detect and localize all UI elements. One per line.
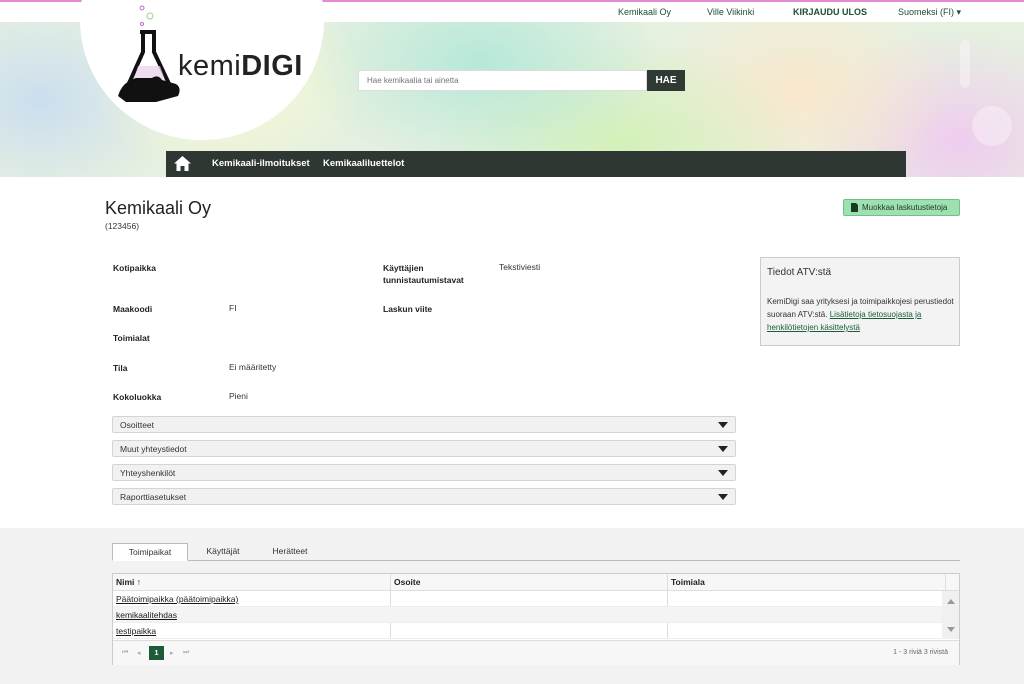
atv-title: Tiedot ATV:stä: [767, 267, 832, 278]
location-link[interactable]: kemikaalitehdas: [116, 610, 177, 620]
language-label: Suomeksi (FI): [898, 7, 955, 17]
page-title: Kemikaali Oy: [105, 198, 212, 218]
nav-item-chemical-lists[interactable]: Kemikaaliluettelot: [323, 158, 404, 169]
flask-logo-icon: [118, 5, 180, 102]
next-page-icon[interactable]: ▸: [170, 649, 174, 657]
page-button-current[interactable]: 1: [149, 646, 164, 660]
table-row: kemikaalitehdas: [113, 607, 942, 623]
last-page-icon[interactable]: ⏭: [183, 649, 189, 657]
tab-toimipaikat[interactable]: Toimipaikat: [112, 543, 188, 561]
tab-kayttajat[interactable]: Käyttäjät: [195, 543, 251, 561]
atv-info-box: Tiedot ATV:stä KemiDigi saa yrityksesi j…: [760, 257, 960, 346]
scroll-up-icon[interactable]: [947, 599, 955, 604]
maakoodi-label: Maakoodi: [113, 304, 153, 314]
accordion-addresses[interactable]: Osoitteet: [112, 416, 736, 433]
accordion-label: Raporttiasetukset: [120, 492, 187, 502]
accordion-label: Muut yhteystiedot: [120, 444, 187, 454]
pagination: ⏮ ◂ 1 ▸ ⏭ 1 - 3 riviä 3 rivistä: [113, 640, 959, 665]
logo-wordmark[interactable]: kemiDIGI: [178, 50, 303, 83]
accordion-label: Yhteyshenkilöt: [120, 468, 176, 478]
previous-page-icon[interactable]: ◂: [137, 649, 141, 657]
first-page-icon[interactable]: ⏮: [122, 649, 128, 657]
triangle-down-icon: [718, 446, 728, 452]
table-header: Nimi ↑ Osoite Toimiala: [113, 574, 959, 591]
caret-down-icon: ▾: [956, 7, 962, 17]
triangle-down-icon: [718, 422, 728, 428]
kokoluokka-value: Pieni: [229, 391, 248, 401]
logout-link[interactable]: KIRJAUDU ULOS: [793, 7, 867, 17]
locations-table: Nimi ↑ Osoite Toimiala Päätoimipaikka (p…: [112, 573, 960, 665]
search-input[interactable]: [358, 70, 647, 91]
authentication-value: Tekstiviesti: [499, 262, 541, 272]
table-scrollbar[interactable]: [942, 591, 959, 639]
edit-billing-label: Muokkaa laskutustietoja: [862, 203, 948, 212]
accordion-contact-persons[interactable]: Yhteyshenkilöt: [112, 464, 736, 481]
decor-bubble: [972, 106, 1012, 146]
company-id: (123456): [105, 221, 140, 231]
accordion-report-settings[interactable]: Raporttiasetukset: [112, 488, 736, 505]
table-row: Päätoimipaikka (päätoimipaikka): [113, 591, 942, 607]
accordion-other-contacts[interactable]: Muut yhteystiedot: [112, 440, 736, 457]
user-link[interactable]: Ville Viikinki: [707, 7, 754, 17]
logo-suffix: DIGI: [241, 50, 303, 82]
pagination-info: 1 - 3 riviä 3 rivistä: [893, 649, 948, 656]
logo-prefix: kemi: [178, 50, 242, 82]
scroll-down-icon[interactable]: [947, 627, 955, 632]
authentication-label-line1: Käyttäjien: [383, 263, 424, 273]
authentication-label: Käyttäjien tunnistautumistavat: [383, 262, 464, 286]
location-link[interactable]: testipaikka: [116, 626, 156, 636]
company-link[interactable]: Kemikaali Oy: [618, 7, 671, 17]
document-icon: [851, 203, 858, 212]
tab-heratteet[interactable]: Herätteet: [262, 543, 318, 561]
tila-value: Ei määritetty: [229, 362, 277, 372]
maakoodi-value: FI: [229, 303, 237, 313]
toimialat-label: Toimialat: [113, 333, 150, 343]
triangle-down-icon: [718, 470, 728, 476]
search-button[interactable]: HAE: [647, 70, 685, 91]
invoice-reference-label: Laskun viite: [383, 304, 433, 314]
tila-label: Tila: [113, 363, 128, 373]
search-form: HAE: [358, 70, 685, 91]
edit-billing-button[interactable]: Muokkaa laskutustietoja: [843, 199, 960, 216]
kokoluokka-label: Kokoluokka: [113, 392, 162, 402]
table-row: testipaikka: [113, 623, 942, 639]
language-dropdown[interactable]: Suomeksi (FI) ▾: [898, 7, 961, 18]
triangle-down-icon: [718, 494, 728, 500]
column-header-name[interactable]: Nimi ↑: [116, 577, 141, 587]
column-header-industry[interactable]: Toimiala: [671, 577, 705, 587]
location-link[interactable]: Päätoimipaikka (päätoimipaikka): [116, 594, 238, 604]
column-header-address[interactable]: Osoite: [394, 577, 420, 587]
decor-bubble: [960, 40, 970, 88]
kotipaikka-label: Kotipaikka: [113, 263, 156, 273]
main-nav: Kemikaali-ilmoitukset Kemikaaliluettelot: [166, 151, 906, 177]
home-icon[interactable]: [174, 156, 191, 171]
authentication-label-line2: tunnistautumistavat: [383, 275, 464, 285]
nav-item-chemical-notifications[interactable]: Kemikaali-ilmoitukset: [212, 158, 310, 169]
accordion-label: Osoitteet: [120, 420, 155, 430]
atv-text: KemiDigi saa yrityksesi ja toimipaikkoje…: [767, 295, 957, 334]
